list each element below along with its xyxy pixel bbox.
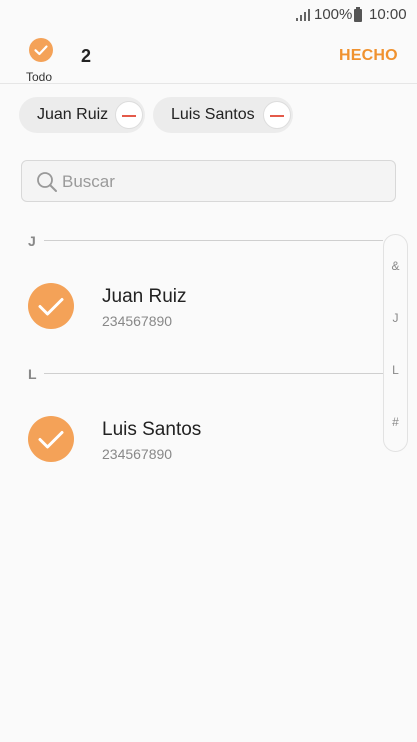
- section-header-l: L: [28, 366, 383, 382]
- status-bar: 100% 10:00: [0, 0, 417, 30]
- selected-check-icon: [28, 416, 74, 462]
- section-letter: J: [28, 233, 36, 249]
- battery-icon: [354, 7, 362, 22]
- select-all-button[interactable]: Todo: [26, 38, 56, 84]
- section-letter: L: [28, 366, 37, 382]
- index-item-ampersand[interactable]: &: [384, 259, 407, 273]
- contact-name: Luis Santos: [102, 419, 202, 440]
- section-divider: [44, 240, 383, 241]
- index-item-l[interactable]: L: [384, 363, 407, 377]
- search-input[interactable]: Buscar: [21, 160, 396, 202]
- contact-row-juan-ruiz[interactable]: Juan Ruiz 234567890: [0, 266, 380, 346]
- selected-check-icon: [28, 283, 74, 329]
- section-header-j: J: [28, 233, 383, 249]
- alphabet-index-scroller[interactable]: & J L #: [383, 234, 408, 452]
- contact-row-luis-santos[interactable]: Luis Santos 234567890: [0, 399, 380, 479]
- selected-count: 2: [81, 46, 92, 66]
- search-placeholder: Buscar: [62, 172, 115, 191]
- contact-name: Juan Ruiz: [102, 286, 187, 307]
- contact-phone: 234567890: [102, 313, 173, 329]
- remove-icon[interactable]: [115, 101, 143, 129]
- remove-icon[interactable]: [263, 101, 291, 129]
- index-item-hash[interactable]: #: [384, 415, 407, 429]
- chip-label: Juan Ruiz: [37, 106, 109, 123]
- selected-chip-luis-santos[interactable]: Luis Santos: [153, 97, 293, 133]
- section-divider: [44, 373, 383, 374]
- done-button[interactable]: HECHO: [339, 47, 398, 65]
- clock: 10:00: [369, 6, 407, 23]
- check-circle-icon: [29, 38, 53, 62]
- selected-chip-juan-ruiz[interactable]: Juan Ruiz: [19, 97, 145, 133]
- contact-phone: 234567890: [102, 446, 173, 462]
- search-icon: [37, 172, 57, 192]
- selection-header: Todo 2 HECHO: [0, 30, 417, 84]
- battery-percentage: 100%: [314, 6, 353, 23]
- select-all-label: Todo: [26, 70, 53, 84]
- index-item-j[interactable]: J: [384, 311, 407, 325]
- signal-icon: [296, 9, 310, 21]
- chip-label: Luis Santos: [171, 106, 255, 123]
